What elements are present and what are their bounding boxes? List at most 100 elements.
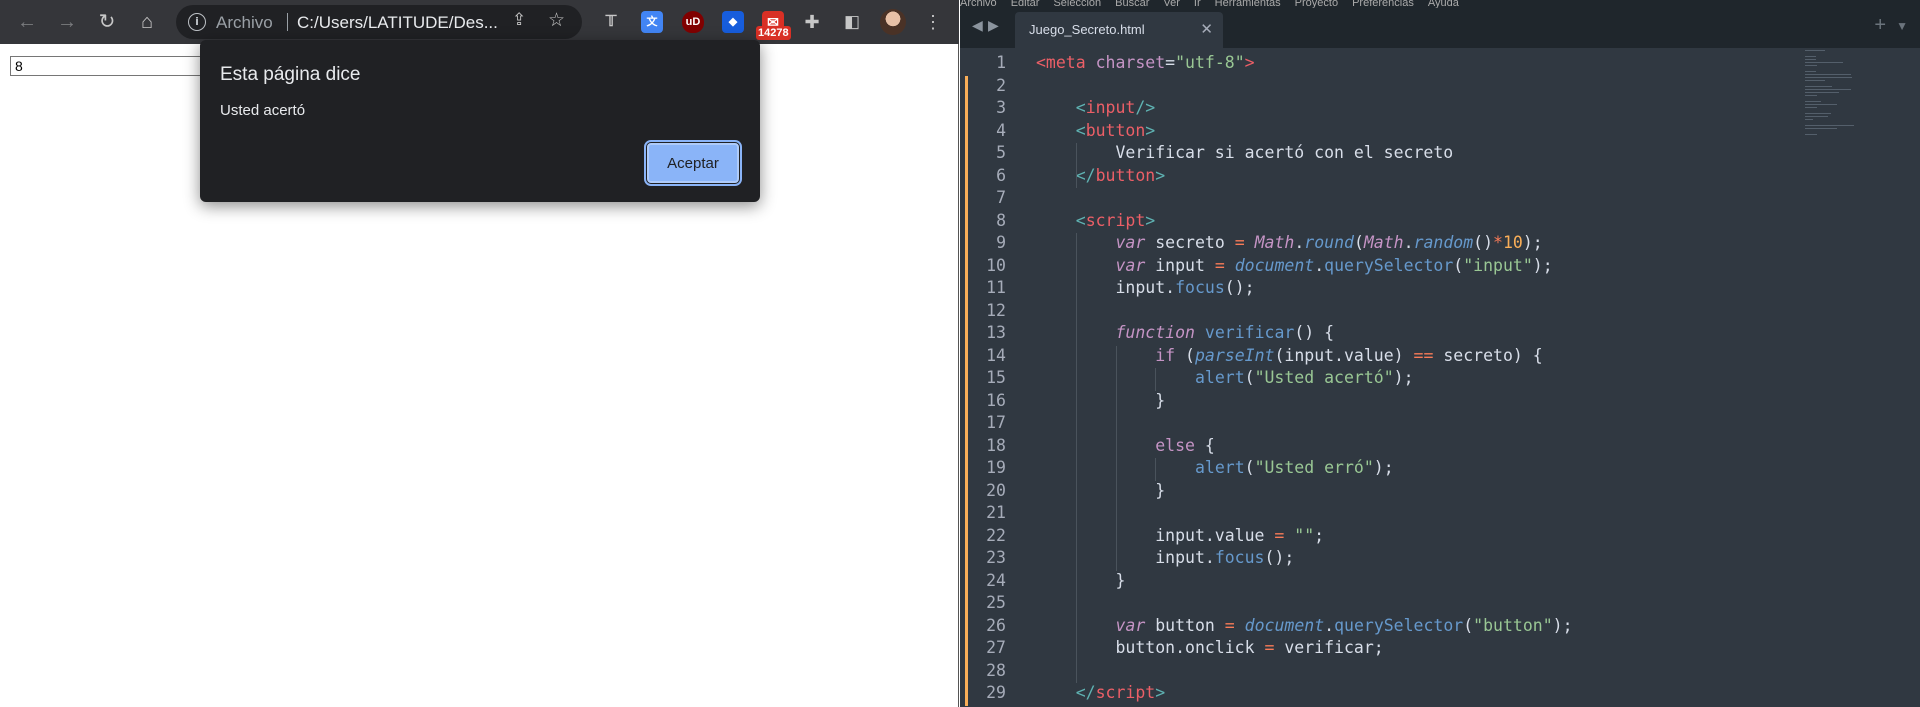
menu-item[interactable]: Ayuda	[1428, 0, 1459, 8]
line-number: 27	[986, 638, 1006, 657]
extensions-puzzle-icon[interactable]: ✚	[797, 7, 827, 37]
code-line[interactable]: 5 Verificar si acertó con el secreto	[960, 143, 1860, 166]
code-line[interactable]: 1 <meta charset="utf-8">	[960, 53, 1860, 76]
minimap-line	[1805, 56, 1816, 57]
bitwarden-icon[interactable]: ◆	[722, 11, 744, 33]
code-token: else	[1155, 435, 1195, 455]
code-line[interactable]: 23 input.focus();	[960, 548, 1860, 571]
minimap-line	[1805, 95, 1817, 96]
code-line[interactable]: 28	[960, 660, 1860, 683]
code-line[interactable]: 21	[960, 503, 1860, 526]
alert-accept-button[interactable]: Aceptar	[644, 140, 742, 186]
bookmark-star-icon[interactable]: ☆	[548, 9, 565, 32]
back-arrow-icon[interactable]: ←	[12, 7, 42, 37]
code-token: );	[1373, 458, 1394, 477]
secret-guess-input[interactable]	[10, 56, 210, 76]
line-number: 12	[986, 300, 1006, 320]
code-line[interactable]: 17	[960, 413, 1860, 436]
code-line[interactable]: 13 function verificar() {	[960, 323, 1860, 346]
code-line[interactable]: 18 else {	[960, 435, 1860, 458]
ublock-icon[interactable]: uD	[682, 11, 704, 33]
share-icon[interactable]: ⇪	[512, 10, 526, 30]
code-line[interactable]: 3 <input/>	[960, 98, 1860, 121]
code-token: secreto) {	[1433, 345, 1543, 365]
minimap[interactable]	[1805, 50, 1915, 135]
code-line[interactable]: 11 input.focus();	[960, 278, 1860, 301]
code-line[interactable]: 7	[960, 188, 1860, 211]
code-line[interactable]: 20 }	[960, 480, 1860, 503]
address-separator	[287, 13, 288, 31]
code-line[interactable]: 29 </script>	[960, 683, 1860, 706]
code-text: function verificar() {	[1036, 323, 1334, 342]
forward-arrow-icon[interactable]: →	[52, 7, 82, 37]
code-line[interactable]: 27 button.onclick = verificar;	[960, 638, 1860, 661]
code-token: button.onclick	[1036, 638, 1265, 657]
line-number: 20	[986, 480, 1006, 500]
reload-icon[interactable]: ↻	[92, 7, 122, 37]
code-token: );	[1393, 368, 1414, 387]
side-panel-icon[interactable]: ◧	[837, 7, 867, 37]
code-line[interactable]: 26 var button = document.querySelector("…	[960, 615, 1860, 638]
menu-item[interactable]: Editar	[1011, 0, 1040, 8]
menu-item[interactable]: Ir	[1194, 0, 1201, 8]
tab-list-chevron-icon[interactable]: ▼	[1896, 19, 1908, 33]
line-number: 14	[986, 345, 1006, 365]
menu-item[interactable]: Herramientas	[1215, 0, 1281, 8]
code-line[interactable]: 10 var input = document.querySelector("i…	[960, 255, 1860, 278]
menu-item[interactable]: Selección	[1053, 0, 1101, 8]
new-tab-plus-icon[interactable]: +	[1874, 14, 1886, 37]
tab-close-icon[interactable]: ✕	[1200, 20, 1213, 38]
home-icon[interactable]: ⌂	[132, 7, 162, 37]
code-line[interactable]: 19 alert("Usted erró");	[960, 458, 1860, 481]
code-text: <meta charset="utf-8">	[1036, 53, 1255, 72]
code-token: document	[1244, 615, 1325, 635]
more-menu-icon[interactable]: ⋮	[918, 7, 948, 37]
reader-extension-icon[interactable]: 𝕋	[600, 11, 622, 33]
translate-extension-icon[interactable]: 文	[641, 11, 663, 33]
address-url[interactable]: C:/Users/LATITUDE/Des...	[297, 13, 497, 33]
tab-prev-icon[interactable]: ◀	[972, 17, 983, 34]
code-token: (	[1463, 615, 1474, 635]
code-token: (	[1244, 458, 1255, 477]
menu-item[interactable]: Archivo	[960, 0, 997, 8]
code-line[interactable]: 15 alert("Usted acertó");	[960, 368, 1860, 391]
code-area[interactable]: 1 <meta charset="utf-8"> 2 3 <input/> 4 <but…	[960, 53, 1920, 707]
line-number: 2	[996, 75, 1006, 95]
code-line[interactable]: 2	[960, 75, 1860, 98]
code-token: );	[1532, 255, 1553, 275]
line-number: 18	[986, 435, 1006, 455]
menu-item[interactable]: Ver	[1163, 0, 1180, 8]
code-token: focus	[1214, 548, 1265, 567]
minimap-line	[1805, 62, 1843, 63]
code-line[interactable]: 4 <button>	[960, 120, 1860, 143]
profile-avatar[interactable]	[880, 9, 906, 35]
menu-item[interactable]: Preferencias	[1352, 0, 1414, 8]
code-token: =	[1214, 255, 1225, 275]
code-line[interactable]: 22 input.value = "";	[960, 525, 1860, 548]
code-line[interactable]: 24 }	[960, 570, 1860, 593]
tab-next-icon[interactable]: ▶	[988, 17, 999, 34]
address-bar[interactable]: i Archivo C:/Users/LATITUDE/Des... ⇪ ☆	[176, 5, 582, 39]
editor-scrollbar[interactable]	[1906, 50, 1916, 700]
minimap-line	[1805, 101, 1822, 102]
code-token: }	[1036, 570, 1126, 590]
code-line[interactable]: 25	[960, 593, 1860, 616]
menu-item[interactable]: Proyecto	[1295, 0, 1338, 8]
code-line[interactable]: 6 </button>	[960, 165, 1860, 188]
code-line[interactable]: 12	[960, 300, 1860, 323]
code-token: "Usted acertó"	[1254, 368, 1394, 387]
code-token: "input"	[1463, 255, 1533, 275]
mail-count-badge: 14278	[756, 26, 791, 40]
editor-tab[interactable]: Juego_Secreto.html ✕	[1015, 12, 1223, 48]
code-line[interactable]: 14 if (parseInt(input.value) == secreto)…	[960, 345, 1860, 368]
code-token: var	[1115, 233, 1146, 252]
site-info-icon[interactable]: i	[188, 13, 206, 31]
code-line[interactable]: 8 <script>	[960, 210, 1860, 233]
code-token: }	[1036, 390, 1166, 410]
code-line[interactable]: 16 }	[960, 390, 1860, 413]
line-number: 11	[986, 278, 1006, 297]
minimap-line	[1805, 125, 1854, 126]
code-line[interactable]: 9 var secreto = Math.round(Math.random()…	[960, 233, 1860, 256]
menu-item[interactable]: Buscar	[1115, 0, 1149, 8]
